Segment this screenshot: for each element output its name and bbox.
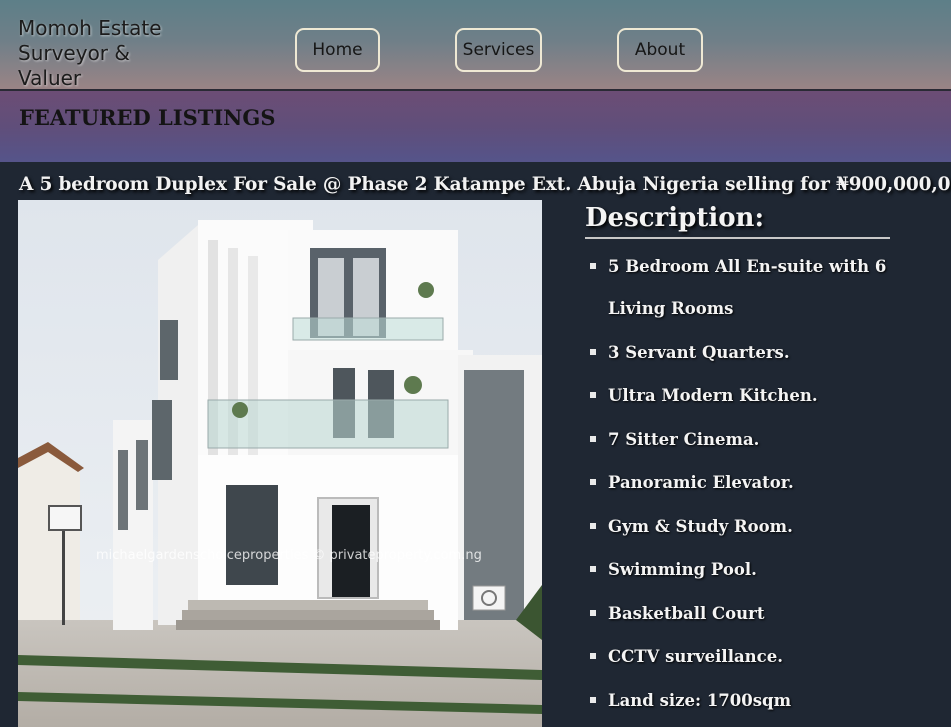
feature-item: 3 Servant Quarters. (588, 332, 888, 374)
brand-name: Momoh Estate Surveyor & Valuer (18, 16, 162, 90)
feature-text: Basketball Court (608, 603, 765, 623)
bullet-icon (590, 479, 596, 485)
feature-text: CCTV surveillance. (608, 647, 783, 666)
listing-photo: michaelgardenschoiceproperties © private… (18, 200, 542, 727)
featured-band: FEATURED LISTINGS (0, 91, 951, 162)
feature-text: 3 Servant Quarters. (608, 342, 790, 362)
feature-item: Swimming Pool. (588, 549, 888, 591)
feature-list: 5 Bedroom All En-suite with 6 Living Roo… (588, 246, 888, 723)
nav-home-button[interactable]: Home (295, 28, 380, 72)
nav-services-button[interactable]: Services (455, 28, 542, 72)
description-divider (585, 237, 890, 239)
photo-watermark: michaelgardenschoiceproperties © private… (96, 548, 482, 563)
description-title: Description: (585, 203, 765, 233)
house-illustration (18, 200, 542, 727)
feature-item: Basketball Court (588, 593, 888, 635)
feature-item: 7 Sitter Cinema. (588, 419, 888, 461)
bullet-icon (590, 392, 596, 398)
site-header: Momoh Estate Surveyor & Valuer Home Serv… (0, 0, 951, 91)
feature-text: Land size: 1700sqm (608, 690, 792, 710)
feature-text: Swimming Pool. (608, 560, 757, 579)
bullet-icon (590, 435, 596, 442)
feature-text: Panoramic Elevator. (608, 473, 794, 492)
feature-item: Land size: 1700sqm (588, 680, 888, 722)
listing-headline: A 5 bedroom Duplex For Sale @ Phase 2 Ka… (19, 174, 951, 195)
bullet-icon (590, 348, 596, 355)
feature-text: Gym & Study Room. (608, 516, 793, 536)
feature-text: 5 Bedroom All En-suite with 6 Living Roo… (608, 257, 887, 318)
nav-about-button[interactable]: About (617, 28, 703, 72)
feature-text: 7 Sitter Cinema. (608, 429, 760, 449)
feature-text: Ultra Modern Kitchen. (608, 386, 818, 405)
feature-item: Gym & Study Room. (588, 506, 888, 548)
feature-item: Ultra Modern Kitchen. (588, 375, 888, 417)
bullet-icon (590, 653, 596, 659)
bullet-icon (590, 566, 596, 572)
section-title: FEATURED LISTINGS (19, 105, 276, 130)
bullet-icon (590, 696, 596, 703)
bullet-icon (590, 263, 596, 269)
bullet-icon (590, 522, 596, 529)
bullet-icon (590, 609, 596, 616)
feature-item: CCTV surveillance. (588, 636, 888, 678)
feature-item: 5 Bedroom All En-suite with 6 Living Roo… (588, 246, 888, 330)
feature-item: Panoramic Elevator. (588, 462, 888, 504)
